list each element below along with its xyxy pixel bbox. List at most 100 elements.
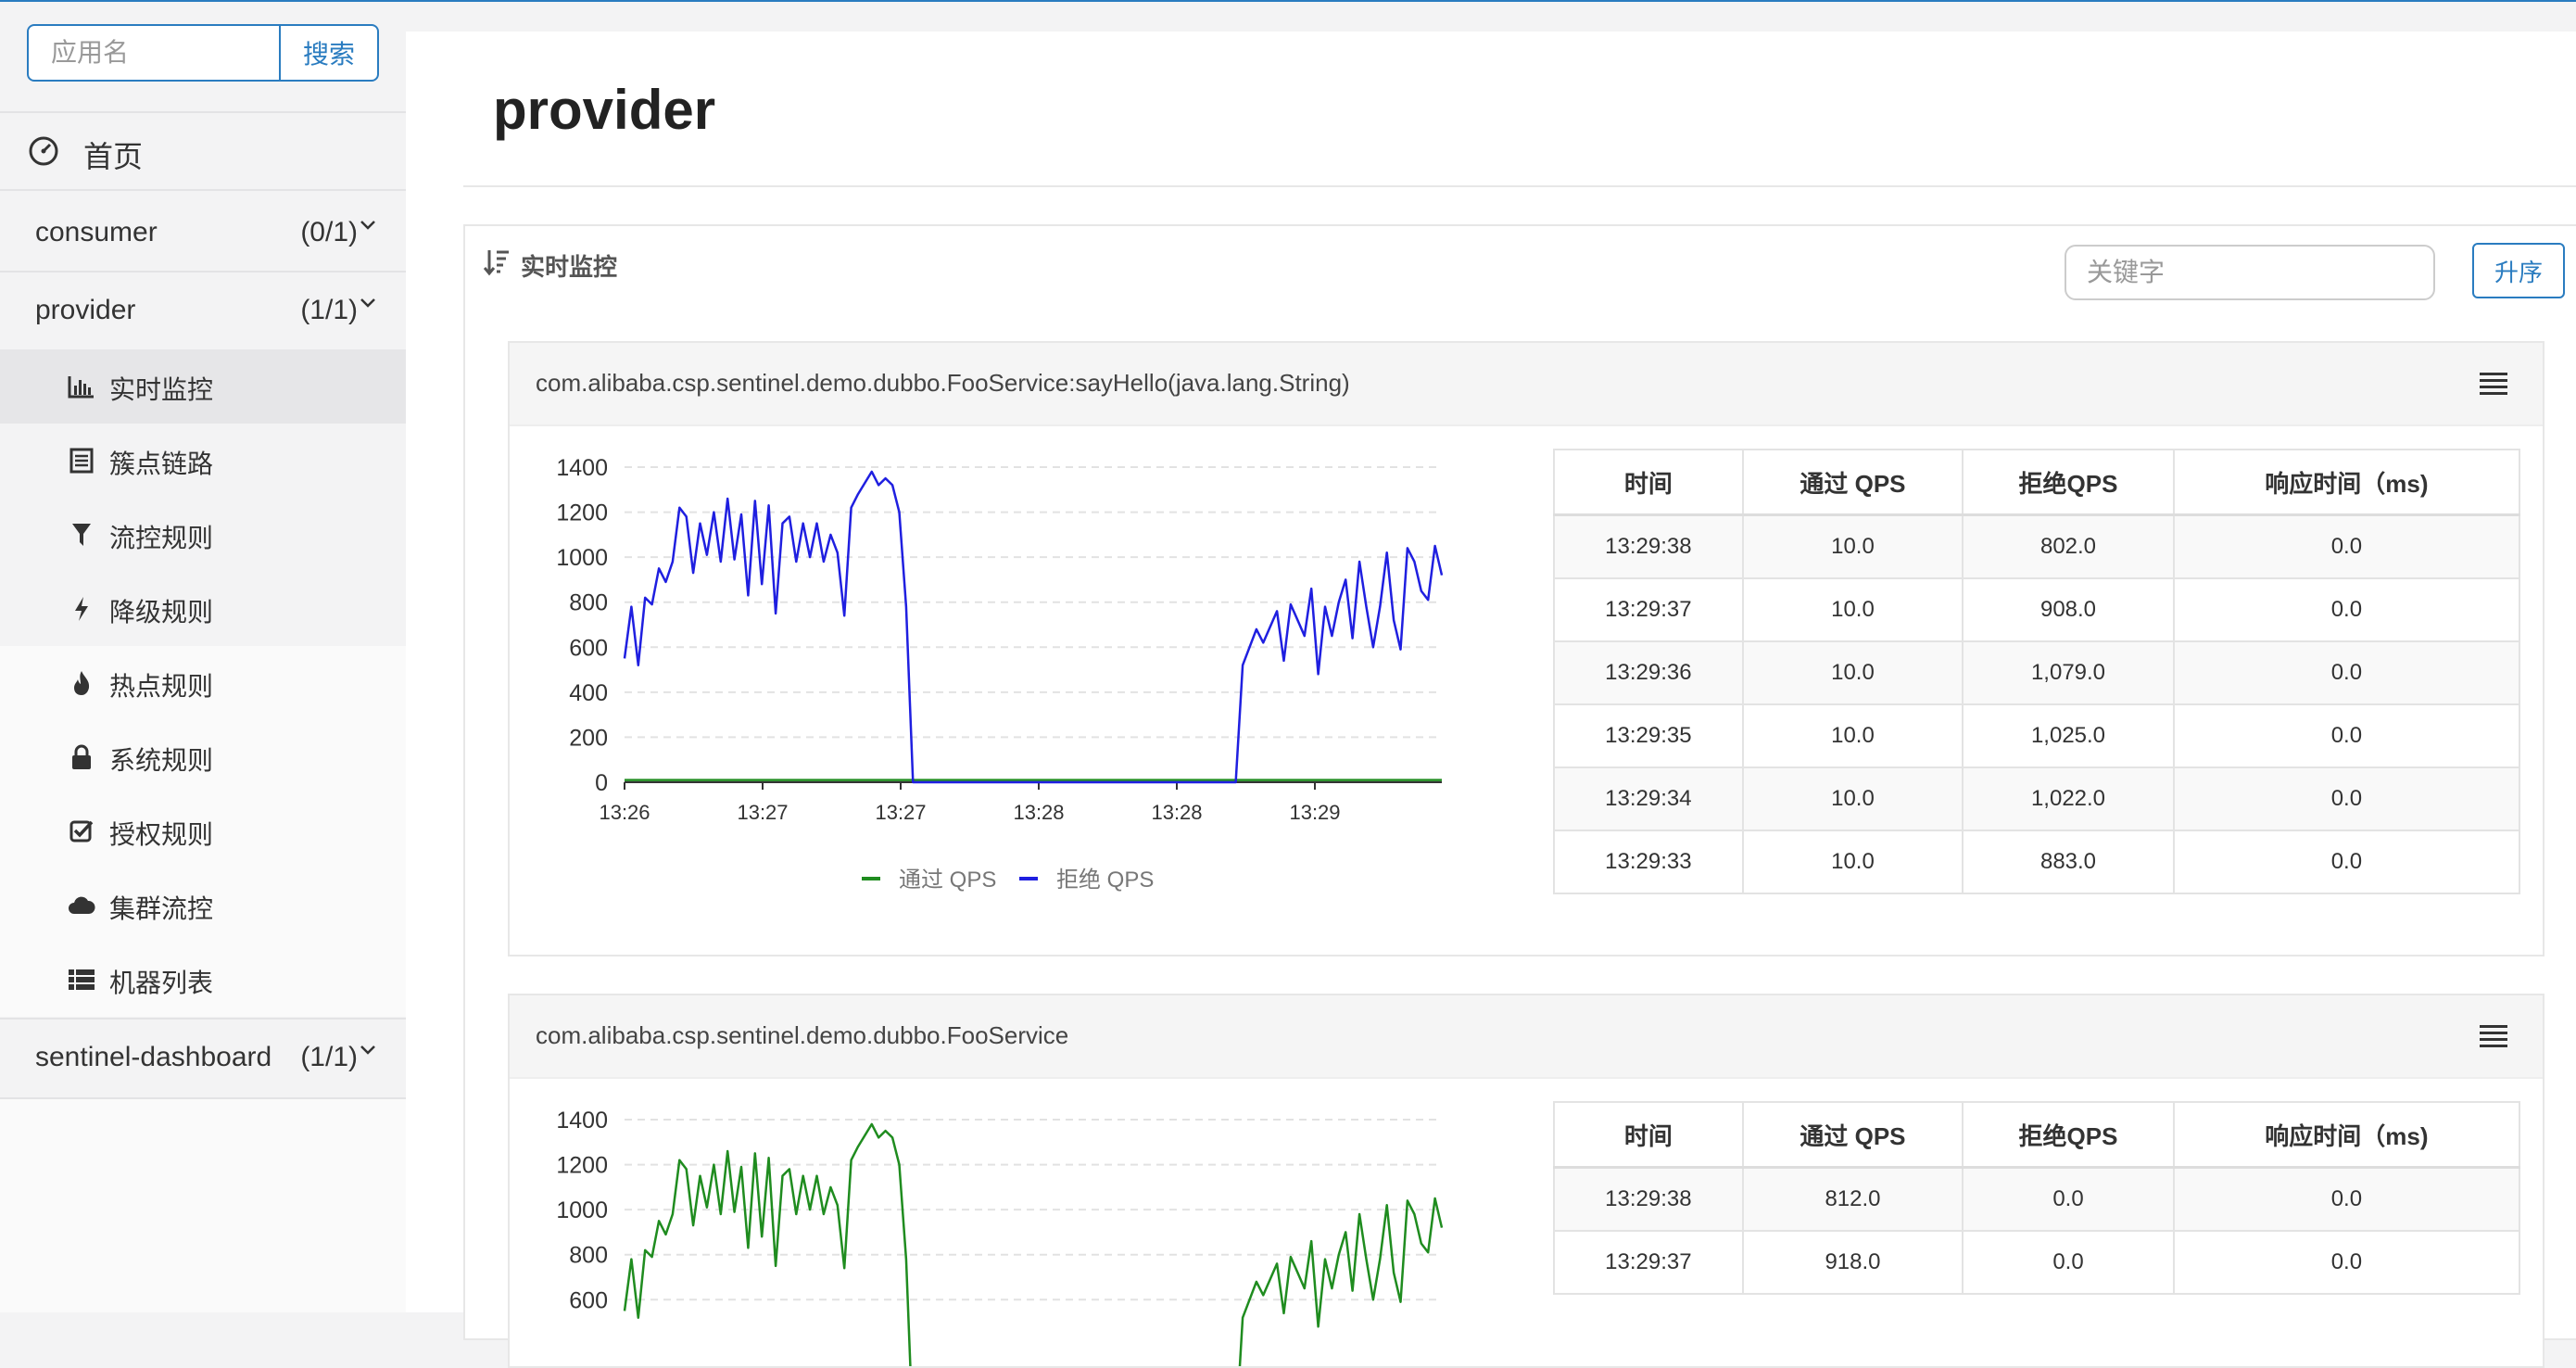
- bar-chart-icon: [67, 372, 96, 401]
- submenu-system-rules[interactable]: 系统规则: [0, 720, 406, 794]
- table-cell: 0.0: [2172, 703, 2521, 768]
- keyword-search-input[interactable]: [2065, 245, 2435, 300]
- table-row: 13:29:36 10.0 1,079.0 0.0: [1553, 640, 2521, 705]
- table-row: 13:29:38 10.0 802.0 0.0: [1553, 513, 2521, 579]
- chevron-down-icon: [360, 219, 376, 236]
- app-item-consumer[interactable]: consumer (0/1): [0, 195, 406, 272]
- table-row: 13:29:37 918.0 0.0 0.0: [1553, 1230, 2521, 1295]
- y-tick-label: 1000: [556, 545, 608, 571]
- table-cell: 13:29:34: [1553, 766, 1744, 831]
- submenu-label: 系统规则: [109, 746, 214, 775]
- table-cell: 10.0: [1741, 830, 1964, 894]
- legend-label[interactable]: 通过 QPS: [899, 868, 996, 893]
- top-accent-line: [0, 0, 2576, 2]
- app-name: consumer: [35, 217, 158, 247]
- page-title: provider: [493, 79, 716, 141]
- resource-card: com.alibaba.csp.sentinel.demo.dubbo.FooS…: [508, 341, 2544, 956]
- flash-icon: [67, 594, 96, 624]
- y-tick-label: 1000: [556, 1197, 608, 1223]
- column-header[interactable]: 响应时间（ms): [2172, 1101, 2521, 1169]
- column-header[interactable]: 时间: [1553, 449, 1744, 516]
- column-header[interactable]: 时间: [1553, 1101, 1744, 1169]
- y-tick-label: 400: [569, 680, 608, 706]
- submenu-machine-list[interactable]: 机器列表: [0, 943, 406, 1017]
- table-cell: 1,022.0: [1962, 766, 2175, 831]
- menu-icon[interactable]: [2480, 1023, 2507, 1052]
- sort-amount-icon: [483, 248, 510, 281]
- table-cell: 0.0: [2172, 577, 2521, 642]
- qps-line-chart: 600 800 1000 1200 1400: [556, 1108, 1444, 1366]
- qps-line-chart: 0 200 400 600 800 1000 1200 1400 13:26 13:27 13:27…: [556, 455, 1444, 893]
- app-item-provider[interactable]: provider (1/1): [0, 272, 406, 350]
- x-tick-label: 13:26: [599, 801, 650, 824]
- check-icon: [67, 817, 96, 846]
- y-tick-label: 200: [569, 725, 608, 751]
- app-count: (0/1): [300, 217, 358, 247]
- legend-label[interactable]: 拒绝 QPS: [1056, 868, 1154, 893]
- submenu-cluster-flow[interactable]: 集群流控: [0, 868, 406, 943]
- submenu-realtime-monitor[interactable]: 实时监控: [0, 349, 406, 424]
- x-tick-label: 13:27: [875, 801, 926, 824]
- resource-card: com.alibaba.csp.sentinel.demo.dubbo.FooS…: [508, 994, 2544, 1368]
- table-cell: 13:29:38: [1553, 1166, 1744, 1232]
- table-cell: 802.0: [1962, 513, 2175, 579]
- column-header[interactable]: 拒绝QPS: [1962, 1101, 2175, 1169]
- y-tick-label: 1200: [556, 500, 608, 526]
- app-search-input[interactable]: [27, 24, 281, 82]
- submenu-cluster-link[interactable]: 簇点链路: [0, 424, 406, 498]
- app-name: sentinel-dashboard: [35, 1042, 272, 1072]
- table-row: 13:29:35 10.0 1,025.0 0.0: [1553, 703, 2521, 768]
- table-cell: 1,079.0: [1962, 640, 2175, 705]
- th-list-icon: [67, 965, 96, 994]
- chevron-down-icon: [360, 297, 376, 314]
- y-tick-label: 1400: [556, 455, 608, 481]
- nav-home[interactable]: 首页: [0, 115, 406, 187]
- divider: [0, 189, 406, 191]
- app-count: (1/1): [300, 1042, 358, 1072]
- column-header[interactable]: 通过 QPS: [1741, 449, 1964, 516]
- table-row: 13:29:34 10.0 1,022.0 0.0: [1553, 766, 2521, 831]
- table-header-row: 时间 通过 QPS 拒绝QPS 响应时间（ms): [1553, 449, 2521, 516]
- y-tick-label: 1200: [556, 1153, 608, 1179]
- menu-icon[interactable]: [2480, 371, 2507, 399]
- submenu-label: 机器列表: [109, 969, 214, 997]
- submenu-degrade-rules[interactable]: 降级规则: [0, 572, 406, 646]
- sidebar-empty-area: [0, 1099, 406, 1312]
- app-item-sentinel-dashboard[interactable]: sentinel-dashboard (1/1): [0, 1020, 406, 1097]
- submenu-auth-rules[interactable]: 授权规则: [0, 794, 406, 868]
- column-header[interactable]: 通过 QPS: [1741, 1101, 1964, 1169]
- chevron-down-icon: [360, 1044, 376, 1061]
- qps-table: 时间 通过 QPS 拒绝QPS 响应时间（ms) 13:29:38 812.0 0.…: [1553, 1101, 2521, 1295]
- series-line: [623, 1122, 1444, 1366]
- table-cell: 10.0: [1741, 766, 1964, 831]
- fire-icon: [67, 668, 96, 698]
- app-name: provider: [35, 295, 136, 325]
- cloud-icon: [67, 891, 96, 920]
- table-cell: 10.0: [1741, 513, 1964, 579]
- x-tick-label: 13:28: [1013, 801, 1064, 824]
- sort-ascending-button[interactable]: 升序: [2472, 243, 2565, 298]
- provider-submenu: 实时监控 簇点链路 流控规则 降级规则 热点规则 系统规则 授权规则 集群流控: [0, 349, 406, 1017]
- submenu-label: 簇点链路: [109, 450, 214, 478]
- submenu-label: 集群流控: [109, 894, 214, 923]
- y-tick-label: 0: [595, 770, 608, 796]
- column-header[interactable]: 响应时间（ms): [2172, 449, 2521, 516]
- submenu-label: 热点规则: [109, 672, 214, 701]
- app-count: (1/1): [300, 295, 358, 325]
- y-tick-label: 600: [569, 1287, 608, 1313]
- table-cell: 10.0: [1741, 703, 1964, 768]
- column-header[interactable]: 拒绝QPS: [1962, 449, 2175, 516]
- submenu-label: 降级规则: [109, 598, 214, 627]
- sidebar: 搜索 首页 consumer (0/1) provider (1/1) 实时监控…: [0, 0, 406, 1312]
- table-cell: 0.0: [2172, 513, 2521, 579]
- table-cell: 0.0: [2172, 640, 2521, 705]
- series-line: [623, 470, 1444, 784]
- section-title: 实时监控: [521, 253, 618, 281]
- table-cell: 10.0: [1741, 640, 1964, 705]
- submenu-flow-rules[interactable]: 流控规则: [0, 498, 406, 572]
- title-divider: [463, 185, 2576, 187]
- submenu-hotspot-rules[interactable]: 热点规则: [0, 646, 406, 720]
- table-cell: 918.0: [1741, 1230, 1964, 1295]
- search-button[interactable]: 搜索: [279, 24, 379, 82]
- x-tick-label: 13:29: [1289, 801, 1340, 824]
